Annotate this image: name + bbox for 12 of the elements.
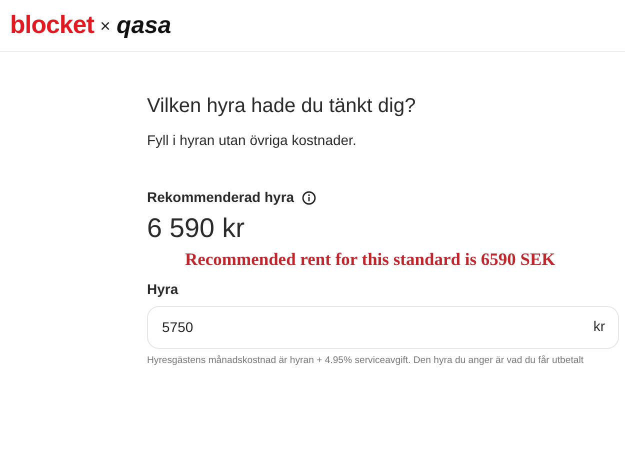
helper-text: Hyresgästens månadskostnad är hyran + 4.95% serviceavgift. Den hyra du anger är vad du får utbetalt <box>147 354 584 368</box>
recommended-rent: 6 590 kr <box>147 212 246 244</box>
logo-text: qasa <box>116 14 172 38</box>
annotation-text: Recommended rent for this standard is 6590 SEK <box>185 248 556 272</box>
field-label: Hyra <box>147 280 180 299</box>
unit-text: kr <box>593 318 605 334</box>
page-heading: Vilken hyra hade du tänkt dig? <box>147 94 417 118</box>
separator-text: × <box>100 16 111 34</box>
info-icon[interactable] <box>302 190 316 204</box>
logo-text: blocket <box>10 13 94 38</box>
field-label: Rekommenderad hyra <box>147 188 294 207</box>
subtitle-text: Fyll i hyran utan övriga kostnader. <box>147 131 358 150</box>
